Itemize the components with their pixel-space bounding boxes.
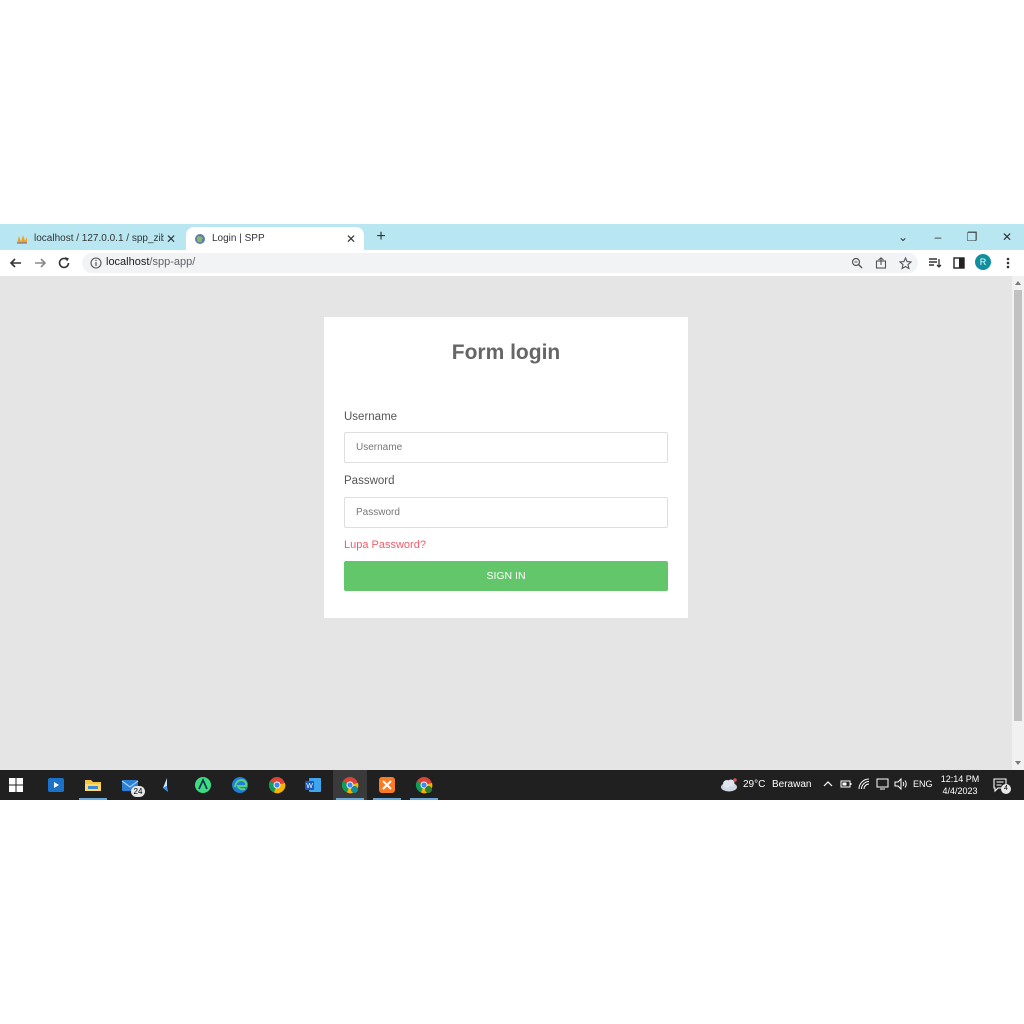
language-indicator[interactable]: ENG xyxy=(913,779,933,789)
login-card: Form login Username Password Lupa Passwo… xyxy=(324,317,688,618)
password-label: Password xyxy=(344,475,395,487)
chrome-active-indicator xyxy=(336,798,364,800)
url-host: localhost xyxy=(106,256,150,268)
windows-start-icon[interactable] xyxy=(9,778,23,792)
mail-badge: 24 xyxy=(131,786,145,797)
wifi-icon[interactable] xyxy=(858,778,870,790)
tab-title: localhost / 127.0.0.1 / spp_zibran xyxy=(34,233,164,244)
reload-button[interactable] xyxy=(55,254,73,272)
chrome-canary-icon[interactable] xyxy=(415,776,433,794)
snipping-tool-icon[interactable] xyxy=(158,776,176,794)
scroll-thumb[interactable] xyxy=(1014,290,1022,721)
file-explorer-indicator xyxy=(79,798,107,800)
battery-icon[interactable] xyxy=(840,779,852,789)
clock-date: 4/4/2023 xyxy=(942,786,978,796)
bookmark-star-icon[interactable] xyxy=(898,256,912,270)
minimize-button[interactable]: – xyxy=(926,228,950,246)
profile-avatar[interactable]: R xyxy=(975,254,991,270)
username-input[interactable] xyxy=(344,432,668,463)
new-tab-button[interactable]: + xyxy=(373,229,389,245)
clock-time: 12:14 PM xyxy=(940,774,980,784)
scroll-up-arrow-icon[interactable] xyxy=(1015,281,1021,285)
speaker-icon[interactable] xyxy=(894,778,908,790)
chrome-canary-indicator xyxy=(410,798,438,800)
zoom-icon[interactable] xyxy=(850,256,864,270)
share-icon[interactable] xyxy=(874,256,888,270)
close-icon[interactable]: ✕ xyxy=(344,232,358,246)
phpmyadmin-icon xyxy=(16,233,28,245)
browser-toolbar: localhost/spp-app/ xyxy=(0,250,1024,276)
forgot-password-link[interactable]: Lupa Password? xyxy=(344,539,426,551)
weather-condition[interactable]: Berawan xyxy=(772,779,811,790)
tab-search-button[interactable]: ⌄ xyxy=(891,228,915,246)
reading-list-icon[interactable] xyxy=(927,255,943,271)
xampp-icon[interactable] xyxy=(378,776,396,794)
form-title: Form login xyxy=(451,341,561,364)
chrome-icon[interactable] xyxy=(268,776,286,794)
tab-bar: localhost / 127.0.0.1 / spp_zibran ✕ Log… xyxy=(0,224,1024,250)
svg-text:W: W xyxy=(306,783,313,790)
scroll-down-arrow-icon[interactable] xyxy=(1015,761,1021,765)
back-button[interactable] xyxy=(7,254,25,272)
screen: localhost / 127.0.0.1 / spp_zibran ✕ Log… xyxy=(0,224,1024,800)
chrome-profile-icon[interactable] xyxy=(341,776,359,794)
media-player-icon[interactable] xyxy=(47,776,65,794)
file-explorer-icon[interactable] xyxy=(84,776,102,794)
chevron-up-icon[interactable] xyxy=(823,780,833,788)
page-scrollbar[interactable] xyxy=(1012,276,1024,770)
page-viewport: Form login Username Password Lupa Passwo… xyxy=(0,276,1024,770)
sign-in-button[interactable]: SIGN IN xyxy=(344,561,668,591)
tab-login-spp[interactable]: Login | SPP ✕ xyxy=(186,227,364,250)
close-window-button[interactable]: ✕ xyxy=(995,228,1019,246)
address-bar[interactable]: localhost/spp-app/ xyxy=(82,253,918,273)
username-label: Username xyxy=(344,411,398,423)
close-icon[interactable]: ✕ xyxy=(164,232,178,246)
info-icon[interactable] xyxy=(90,257,102,269)
forward-button[interactable] xyxy=(31,254,49,272)
windows-taskbar: 24 W 29°C Berawan ENG 12:14 PM 4/4/2023 … xyxy=(0,770,1024,800)
side-panel-icon[interactable] xyxy=(951,255,967,271)
arrow-left-icon xyxy=(9,258,21,268)
password-input[interactable] xyxy=(344,497,668,528)
arrow-right-icon xyxy=(35,258,47,268)
android-studio-icon[interactable] xyxy=(194,776,212,794)
clock[interactable]: 12:14 PM 4/4/2023 xyxy=(936,773,984,797)
globe-icon xyxy=(194,233,206,245)
weather-temp[interactable]: 29°C xyxy=(743,779,765,790)
tab-phpmyadmin[interactable]: localhost / 127.0.0.1 / spp_zibran ✕ xyxy=(0,227,184,250)
tab-title: Login | SPP xyxy=(212,233,265,244)
url-text[interactable]: localhost/spp-app/ xyxy=(106,256,195,268)
reload-icon xyxy=(58,257,70,269)
word-icon[interactable]: W xyxy=(304,776,322,794)
restore-button[interactable]: ❐ xyxy=(960,228,984,246)
display-icon[interactable] xyxy=(876,778,889,790)
cloud-weather-icon[interactable] xyxy=(719,778,739,792)
url-path: /spp-app/ xyxy=(149,256,196,268)
edge-icon[interactable] xyxy=(231,776,249,794)
xampp-indicator xyxy=(373,798,401,800)
menu-kebab-icon[interactable] xyxy=(1000,255,1016,271)
notification-badge: 4 xyxy=(1001,784,1011,794)
